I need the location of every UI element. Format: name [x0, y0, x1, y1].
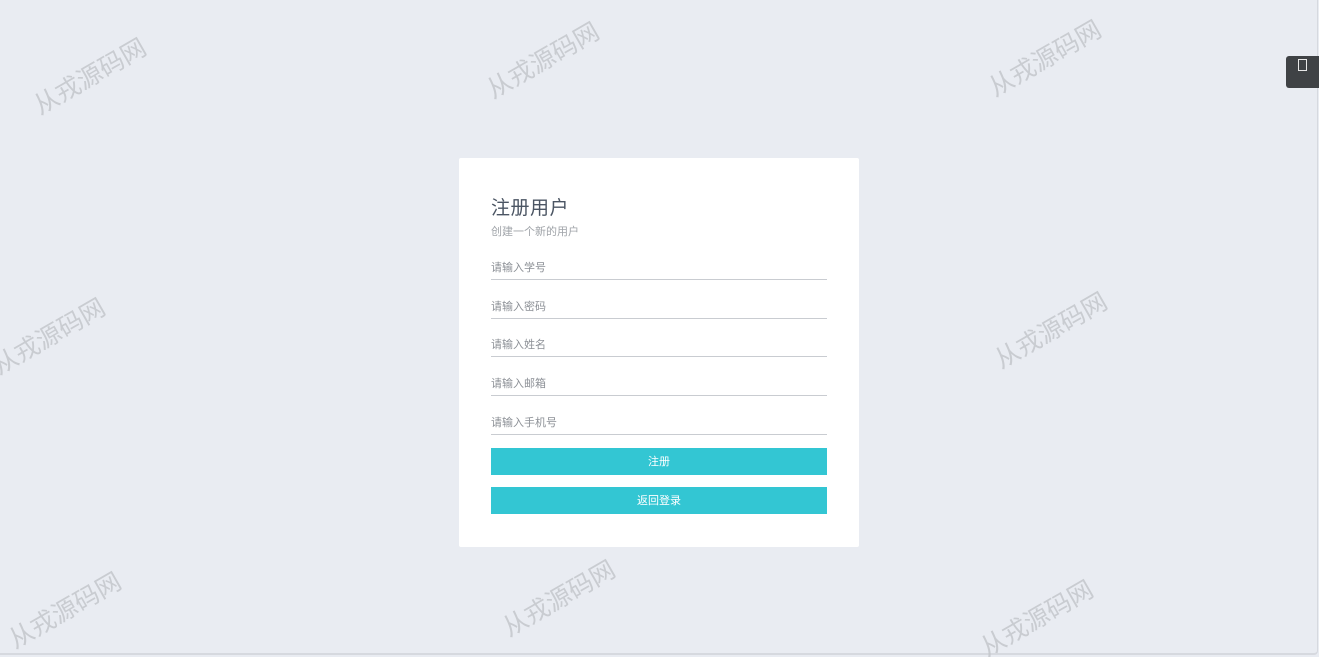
page-title: 注册用户	[491, 197, 570, 219]
name-input[interactable]	[491, 333, 827, 357]
phone-input[interactable]	[491, 411, 827, 435]
student-id-input[interactable]	[491, 256, 827, 280]
corner-toggle-button[interactable]	[1286, 56, 1319, 88]
password-input[interactable]	[491, 295, 827, 319]
page-subtitle: 创建一个新的用户	[491, 225, 579, 238]
register-button[interactable]: 注册	[491, 448, 827, 475]
email-input[interactable]	[491, 372, 827, 396]
square-icon	[1298, 59, 1307, 71]
back-to-login-button[interactable]: 返回登录	[491, 487, 827, 514]
register-card: 注册用户 创建一个新的用户 注册 返回登录	[459, 158, 859, 547]
